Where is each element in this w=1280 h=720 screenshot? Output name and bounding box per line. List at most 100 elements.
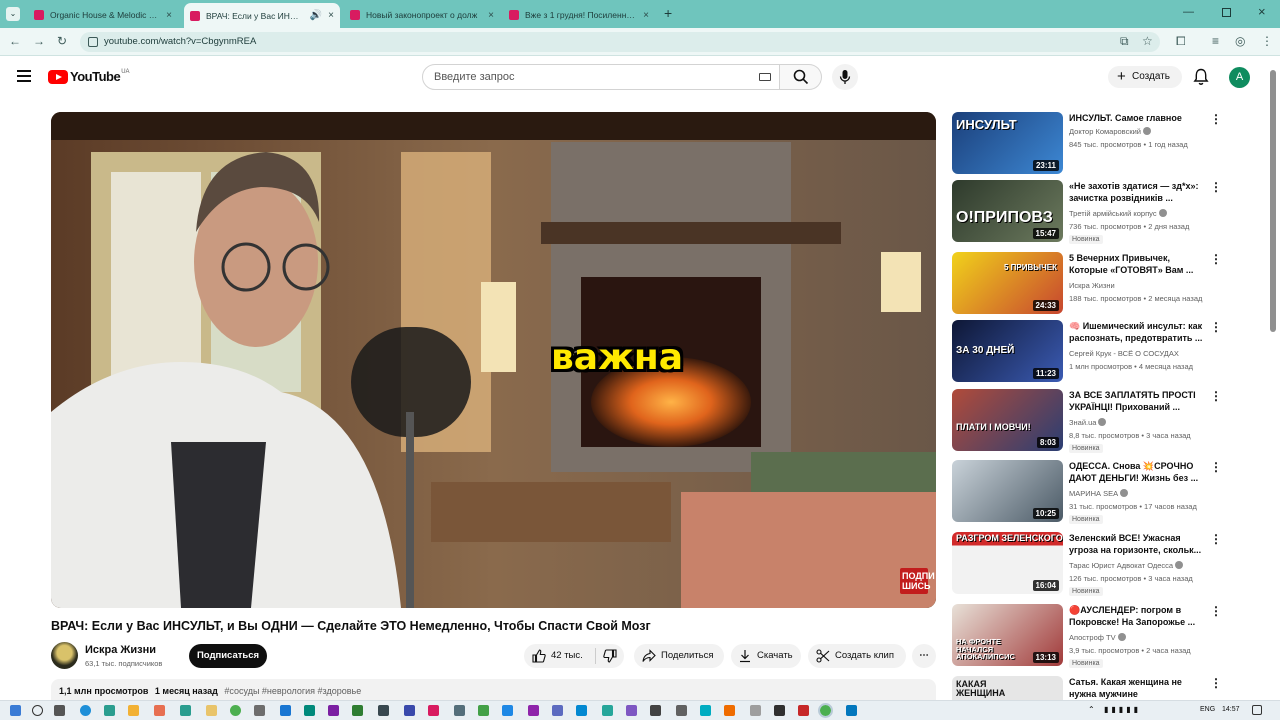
page-scrollbar[interactable] bbox=[1270, 70, 1276, 332]
app-icon[interactable] bbox=[846, 705, 857, 716]
recommended-video[interactable]: О!ПРИПОВЗ 15:47 «Не захотів здатися — зд… bbox=[952, 180, 1222, 248]
search-icon[interactable] bbox=[32, 705, 43, 716]
like-count[interactable]: 42 тыс. bbox=[551, 644, 583, 668]
recommended-title[interactable]: Сатья. Какая женщина не нужна мужчине bbox=[1069, 676, 1209, 700]
tab-search-button[interactable]: ⌄ bbox=[6, 7, 20, 21]
voice-search-button[interactable] bbox=[832, 64, 858, 90]
notifications-bell-icon[interactable] bbox=[1193, 68, 1209, 86]
notification-center-icon[interactable] bbox=[1252, 705, 1262, 715]
site-info-icon[interactable] bbox=[88, 37, 98, 47]
recommended-video[interactable]: КАКАЯ ЖЕНЩИНА Сатья. Какая женщина не ну… bbox=[952, 676, 1222, 700]
extensions-icon[interactable]: ⧠ bbox=[1176, 34, 1186, 49]
recommended-video[interactable]: 10:25 ОДЕССА. Снова 💥СРОЧНО ДАЮТ ДЕНЬГИ!… bbox=[952, 460, 1222, 528]
app-icon[interactable] bbox=[352, 705, 363, 716]
video-thumbnail[interactable]: КАКАЯ ЖЕНЩИНА bbox=[952, 676, 1063, 700]
youtube-logo[interactable]: YouTube UA bbox=[48, 69, 130, 84]
recommended-channel[interactable]: Знай.ua bbox=[1069, 418, 1107, 427]
more-options-icon[interactable]: ⋮ bbox=[1210, 389, 1222, 403]
app-icon[interactable] bbox=[280, 705, 291, 716]
recommended-channel[interactable]: Доктор Комаровский bbox=[1069, 127, 1151, 136]
chrome-icon[interactable] bbox=[230, 705, 241, 716]
close-tab-icon[interactable]: × bbox=[328, 10, 334, 21]
tray-chevron-icon[interactable]: ⌃ bbox=[1088, 705, 1095, 714]
bookmark-star-icon[interactable]: ☆ bbox=[1142, 34, 1153, 48]
recommended-video[interactable]: ЗА 30 ДНЕЙ 11:23 🧠 Ишемический инсульт: … bbox=[952, 320, 1222, 388]
search-input[interactable]: Введите запрос bbox=[422, 64, 780, 90]
video-thumbnail[interactable]: ЗА 30 ДНЕЙ 11:23 bbox=[952, 320, 1063, 382]
app-icon[interactable] bbox=[576, 705, 587, 716]
app-icon[interactable] bbox=[378, 705, 389, 716]
account-avatar[interactable]: A bbox=[1229, 67, 1250, 88]
start-icon[interactable] bbox=[10, 705, 21, 716]
new-tab-button[interactable]: + bbox=[664, 5, 672, 21]
app-icon[interactable] bbox=[180, 705, 191, 716]
hamburger-menu-icon[interactable] bbox=[17, 70, 31, 82]
like-icon[interactable] bbox=[532, 649, 546, 663]
app-icon[interactable] bbox=[750, 705, 761, 716]
app-icon[interactable] bbox=[676, 705, 687, 716]
recommended-channel[interactable]: Апостроф TV bbox=[1069, 633, 1126, 642]
close-tab-icon[interactable]: × bbox=[166, 10, 172, 21]
app-icon[interactable] bbox=[328, 705, 339, 716]
task-view-icon[interactable] bbox=[54, 705, 65, 716]
browser-tab[interactable]: Вже з 1 грудня! Посилення пр × bbox=[503, 4, 655, 26]
recommended-video[interactable]: 5 ПРИВЫЧЕК 24:33 5 Вечерних Привычек, Ко… bbox=[952, 252, 1222, 320]
recommended-channel[interactable]: Тарас Юрист Адвокат Одесса bbox=[1069, 561, 1184, 570]
clock[interactable]: 14:57 bbox=[1222, 706, 1240, 713]
search-button[interactable] bbox=[780, 64, 822, 90]
reading-list-icon[interactable]: ≡ bbox=[1212, 34, 1219, 48]
subscribe-button[interactable]: Подписаться bbox=[189, 644, 267, 668]
keyboard-icon[interactable] bbox=[759, 73, 771, 81]
address-bar[interactable]: youtube.com/watch?v=CbgynmREA bbox=[80, 32, 1160, 52]
app-icon[interactable] bbox=[428, 705, 439, 716]
app-icon[interactable] bbox=[528, 705, 539, 716]
recommended-video[interactable]: ПЛАТИ І МОВЧИ! 8:03 ЗА ВСЕ ЗАПЛАТЯТЬ ПРО… bbox=[952, 389, 1222, 457]
profile-icon[interactable]: ◎ bbox=[1235, 34, 1245, 48]
browser-menu-icon[interactable]: ⋮ bbox=[1261, 34, 1273, 48]
app-icon[interactable] bbox=[552, 705, 563, 716]
create-button[interactable]: + Создать bbox=[1108, 66, 1182, 88]
share-button[interactable]: Поделиться bbox=[634, 644, 724, 668]
dislike-icon[interactable] bbox=[603, 649, 617, 663]
app-icon[interactable] bbox=[478, 705, 489, 716]
more-options-icon[interactable]: ⋮ bbox=[1210, 180, 1222, 194]
app-icon[interactable] bbox=[700, 705, 711, 716]
input-language[interactable]: ENG bbox=[1200, 706, 1215, 713]
app-icon[interactable] bbox=[154, 705, 165, 716]
chrome-active-icon[interactable] bbox=[818, 703, 833, 718]
recommended-video[interactable]: НА ФРОНТЕ НАЧАЛСЯ АПОКАЛИПСИС 13:13 🔴АУС… bbox=[952, 604, 1222, 672]
app-icon[interactable] bbox=[206, 705, 217, 716]
store-icon[interactable] bbox=[104, 705, 115, 716]
browser-tab-active[interactable]: ВРАЧ: Если у Вас ИНСУЛЬТ 🔊 × bbox=[184, 3, 340, 28]
recommended-title[interactable]: 🧠 Ишемический инсульт: как распознать, п… bbox=[1069, 320, 1209, 344]
video-thumbnail[interactable]: ПЛАТИ І МОВЧИ! 8:03 bbox=[952, 389, 1063, 451]
app-icon[interactable] bbox=[502, 705, 513, 716]
recommended-title[interactable]: 5 Вечерних Привычек, Которые «ГОТОВЯТ» В… bbox=[1069, 252, 1209, 276]
app-icon[interactable] bbox=[304, 705, 315, 716]
tray-icons[interactable]: ▮▮▮▮▮ bbox=[1104, 705, 1141, 714]
create-clip-button[interactable]: Создать клип bbox=[808, 644, 906, 668]
recommended-channel[interactable]: Третій армійський корпус bbox=[1069, 209, 1167, 218]
browser-tab[interactable]: Organic House & Melodic Hou × bbox=[28, 4, 178, 26]
app-icon[interactable] bbox=[650, 705, 661, 716]
recommended-title[interactable]: ОДЕССА. Снова 💥СРОЧНО ДАЮТ ДЕНЬГИ! Жизнь… bbox=[1069, 460, 1209, 484]
back-icon[interactable]: ← bbox=[9, 34, 21, 48]
close-tab-icon[interactable]: × bbox=[643, 10, 649, 21]
subscribe-watermark[interactable]: ПОДПИ ШИСЬ bbox=[900, 568, 935, 594]
video-thumbnail[interactable]: РАЗГРОМ ЗЕЛЕНСКОГО 16:04 bbox=[952, 532, 1063, 594]
app-icon[interactable] bbox=[602, 705, 613, 716]
channel-name[interactable]: Искра Жизни bbox=[85, 644, 156, 656]
hashtags[interactable]: #сосуды #неврология #здоровье bbox=[224, 686, 361, 696]
video-player[interactable]: важна ПОДПИ ШИСЬ bbox=[51, 112, 936, 608]
video-thumbnail[interactable]: 5 ПРИВЫЧЕК 24:33 bbox=[952, 252, 1063, 314]
recommended-title[interactable]: Зеленский ВСЕ! Ужасная угроза на горизон… bbox=[1069, 532, 1209, 556]
app-icon[interactable] bbox=[626, 705, 637, 716]
more-options-icon[interactable]: ⋮ bbox=[1210, 460, 1222, 474]
channel-avatar[interactable] bbox=[51, 642, 78, 669]
video-thumbnail[interactable]: О!ПРИПОВЗ 15:47 bbox=[952, 180, 1063, 242]
recommended-title[interactable]: ИНСУЛЬТ. Самое главное bbox=[1069, 112, 1209, 124]
app-icon[interactable] bbox=[404, 705, 415, 716]
more-options-icon[interactable]: ⋮ bbox=[1210, 676, 1222, 690]
recommended-channel[interactable]: МАРИНА SEA bbox=[1069, 489, 1129, 498]
recommended-title[interactable]: ЗА ВСЕ ЗАПЛАТЯТЬ ПРОСТІ УКРАЇНЦІ! Прихов… bbox=[1069, 389, 1209, 413]
